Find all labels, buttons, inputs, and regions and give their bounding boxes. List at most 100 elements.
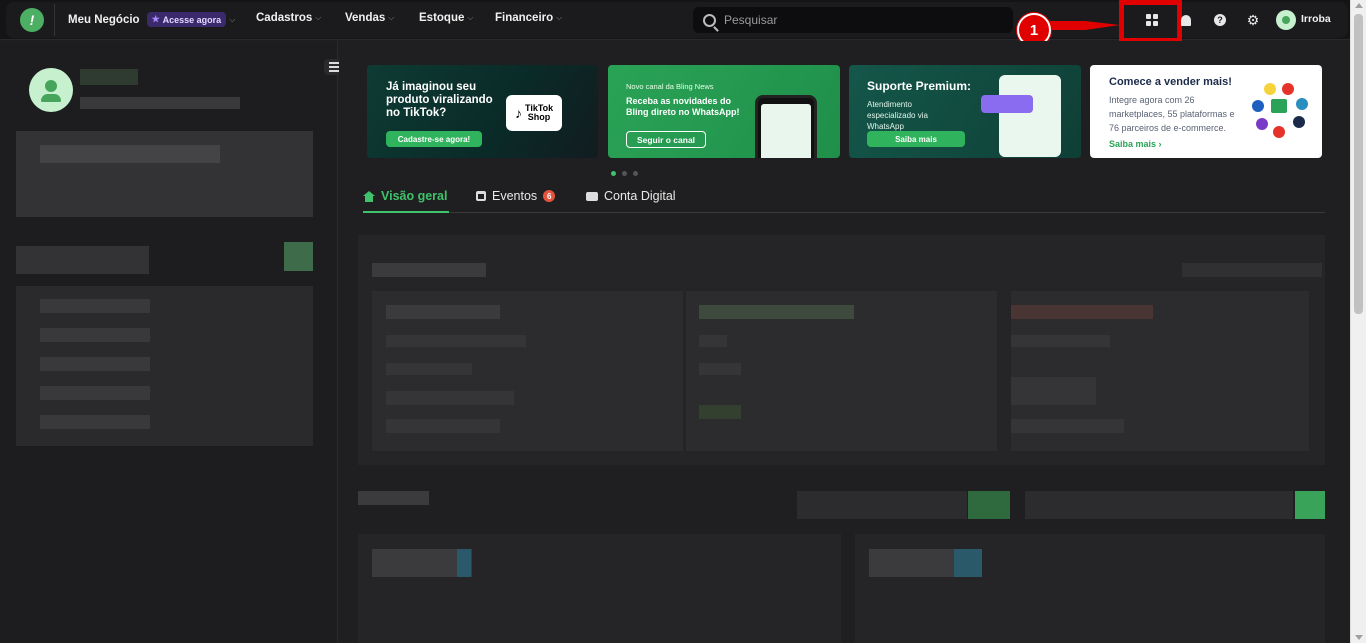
banner-integracoes-body: Integre agora com 26 marketplaces, 55 pl… [1109, 95, 1235, 133]
search-placeholder: Pesquisar [724, 13, 778, 27]
settings-button[interactable]: ⚙ [1245, 12, 1261, 28]
redacted-text [954, 549, 982, 577]
redacted-text [386, 391, 514, 405]
top-navigation-bar: ! Meu Negócio ★ Acesse agora ⌵ Cadastros ⌵… [0, 0, 1366, 43]
company-avatar[interactable] [29, 68, 73, 112]
banner-tiktok-title: Já imaginou seu produto viralizando no T… [386, 81, 493, 119]
suporte-saiba-mais-button[interactable]: Saiba mais [867, 131, 965, 147]
user-name[interactable]: Irroba [1301, 13, 1331, 25]
redacted-text [40, 299, 150, 313]
acesse-agora-badge[interactable]: ★ Acesse agora [146, 12, 227, 27]
banner-integracoes[interactable]: Comece a vender mais! Integre agora com … [1090, 65, 1322, 158]
redacted-text [40, 386, 150, 400]
scroll-down-arrow-icon[interactable] [1355, 635, 1363, 640]
page-scrollbar[interactable] [1350, 0, 1366, 643]
nav-meu-negocio[interactable]: Meu Negócio ★ Acesse agora ⌵ [68, 12, 235, 27]
annotation-highlight-box [1119, 0, 1182, 43]
help-button[interactable]: ? [1212, 12, 1228, 28]
redacted-text [40, 357, 150, 371]
chevron-down-icon: ⌵ [467, 13, 474, 22]
redacted-text [80, 97, 240, 109]
carousel-dots[interactable] [611, 171, 638, 176]
tab-visao-geral[interactable]: Visão geral [363, 189, 447, 203]
nav-cadastros-label: Cadastros [256, 12, 313, 24]
redacted-block [40, 145, 220, 163]
bling-logo[interactable]: ! [20, 8, 44, 32]
redacted-button [1295, 491, 1325, 519]
redacted-text [1011, 377, 1096, 405]
bell-icon [1181, 14, 1191, 26]
scroll-up-arrow-icon[interactable] [1355, 3, 1363, 8]
eventos-count-badge: 6 [543, 190, 556, 202]
tiktok-shop-badge: ♪ TikTok Shop [506, 95, 562, 131]
banner-suporte-premium[interactable]: Suporte Premium: Atendimento especializa… [849, 65, 1081, 158]
nav-cadastros[interactable]: Cadastros ⌵ [256, 12, 321, 24]
tab-visao-geral-label: Visão geral [381, 189, 448, 203]
tab-conta-digital-label: Conta Digital [604, 189, 676, 203]
logo-divider [54, 4, 55, 36]
nav-estoque-label: Estoque [419, 12, 465, 24]
redacted-text [40, 415, 150, 429]
banner-whatsapp-title: Receba as novidades do Bling direto no W… [626, 96, 740, 117]
star-icon: ★ [151, 14, 160, 24]
banner-whatsapp-news[interactable]: Novo canal da Bling News Receba as novid… [608, 65, 840, 158]
acesse-agora-label: Acesse agora [162, 14, 222, 25]
home-icon [363, 190, 375, 202]
tab-conta-digital[interactable]: Conta Digital [586, 189, 676, 203]
redacted-text [699, 405, 741, 419]
main-content: Já imaginou seu produto viralizando no T… [339, 41, 1350, 643]
nav-vendas-label: Vendas [345, 12, 386, 24]
redacted-button [968, 491, 1010, 519]
redacted-text [386, 305, 500, 319]
chat-illustration [999, 75, 1061, 157]
banner-suporte-subtitle: Atendimento especializado via WhatsApp [867, 100, 928, 131]
banner-tiktok[interactable]: Já imaginou seu produto viralizando no T… [367, 65, 598, 158]
tab-eventos[interactable]: Eventos 6 [476, 189, 556, 203]
redacted-text [1011, 419, 1124, 433]
wallet-icon [586, 191, 598, 201]
redacted-text [699, 363, 741, 375]
tiktok-signup-button[interactable]: Cadastre-se agora! [386, 131, 482, 147]
redacted-text [40, 328, 150, 342]
nav-estoque[interactable]: Estoque ⌵ [419, 12, 473, 24]
redacted-text [386, 335, 526, 347]
redacted-block [16, 131, 313, 217]
redacted-text [1011, 335, 1110, 347]
carousel-dot[interactable] [611, 171, 616, 176]
carousel-dot[interactable] [633, 171, 638, 176]
search-input[interactable]: Pesquisar [693, 7, 1013, 33]
redacted-block [16, 246, 149, 274]
redacted-text [386, 419, 500, 433]
tab-eventos-label: Eventos [492, 189, 538, 203]
help-icon: ? [1214, 14, 1226, 26]
calendar-icon [476, 191, 486, 201]
phone-illustration [755, 95, 817, 158]
sidebar [0, 41, 344, 643]
nav-vendas[interactable]: Vendas ⌵ [345, 12, 394, 24]
redacted-text [699, 335, 727, 347]
chevron-down-icon: ⌵ [315, 13, 322, 22]
gear-icon: ⚙ [1246, 11, 1260, 28]
hamburger-icon [329, 62, 339, 64]
user-icon [1282, 16, 1290, 24]
tiktok-shop-label: TikTok Shop [525, 103, 554, 122]
redacted-block [284, 242, 313, 271]
banner-integracoes-title: Comece a vender mais! [1109, 76, 1232, 88]
tiktok-icon: ♪ [515, 104, 522, 121]
chevron-down-icon: ⌵ [388, 13, 395, 22]
carousel-dot[interactable] [622, 171, 627, 176]
chat-bubble-illustration [981, 95, 1033, 113]
integracoes-saiba-mais-link[interactable]: Saiba mais › [1109, 139, 1162, 149]
redacted-text [457, 549, 471, 577]
seguir-canal-button[interactable]: Seguir o canal [626, 131, 706, 148]
nav-financeiro[interactable]: Financeiro ⌵ [495, 12, 562, 24]
nav-meu-negocio-label: Meu Negócio [68, 13, 140, 26]
scrollbar-thumb[interactable] [1354, 14, 1363, 314]
redacted-text [1011, 305, 1153, 319]
redacted-section-title [358, 491, 429, 505]
notifications-button[interactable] [1178, 12, 1194, 28]
redacted-text [699, 305, 854, 319]
user-avatar[interactable] [1276, 10, 1296, 30]
redacted-filter [1025, 491, 1293, 519]
banner-suporte-title: Suporte Premium: [867, 79, 972, 93]
